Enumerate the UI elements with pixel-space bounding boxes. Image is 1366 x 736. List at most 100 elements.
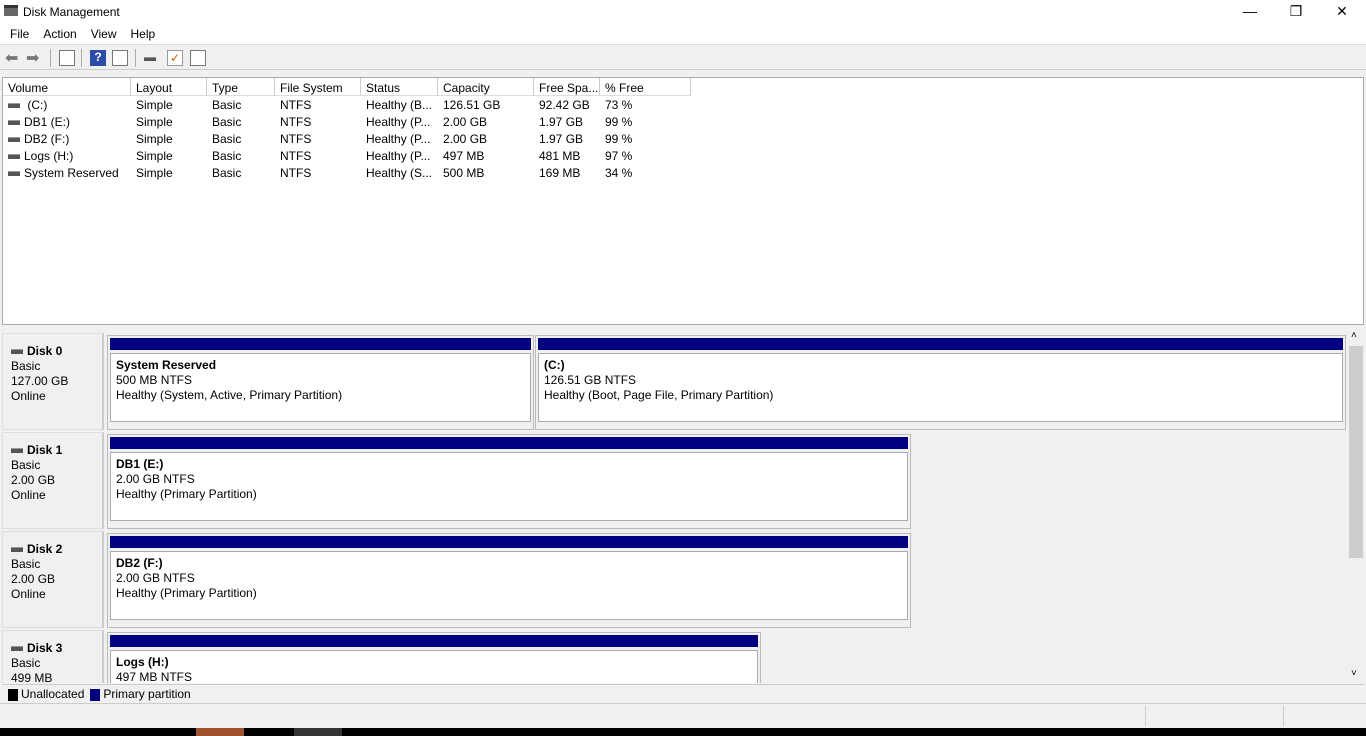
title-bar: Disk Management — ❐ ✕ (0, 0, 1366, 23)
app-icon (4, 5, 18, 16)
menu-action[interactable]: Action (36, 23, 83, 41)
table-cell[interactable]: 92.42 GB (534, 96, 590, 113)
table-cell[interactable]: Simple (131, 96, 173, 113)
cell-text: 73 % (605, 98, 633, 112)
menu-help[interactable]: Help (124, 23, 163, 41)
drive-icon (8, 154, 20, 160)
menu-bar: File Action View Help (0, 23, 1366, 45)
table-cell[interactable]: Logs (H:) (3, 147, 73, 164)
table-cell[interactable]: 169 MB (534, 164, 580, 181)
cell-text: 1.97 GB (539, 115, 584, 129)
table-cell[interactable]: NTFS (275, 164, 311, 181)
table-cell[interactable]: DB1 (E:) (3, 113, 70, 130)
table-cell[interactable]: 481 MB (534, 147, 580, 164)
cell-text: DB1 (E:) (24, 115, 71, 129)
table-cell[interactable]: Simple (131, 113, 173, 130)
disk-label[interactable]: Disk 0 Basic 127.00 GB Online (2, 333, 104, 430)
scrollbar-thumb[interactable] (1349, 346, 1363, 558)
partition[interactable]: DB1 (E:) 2.00 GB NTFS Healthy (Primary P… (107, 434, 911, 529)
taskbar-app[interactable] (294, 728, 342, 736)
table-cell[interactable]: Healthy (P... (361, 113, 430, 130)
table-cell[interactable]: 99 % (600, 130, 632, 147)
restore-button[interactable]: ❐ (1273, 0, 1319, 23)
column-header[interactable]: % Free (600, 78, 691, 96)
table-cell[interactable]: Healthy (P... (361, 130, 430, 147)
table-cell[interactable]: 73 % (600, 96, 632, 113)
disk-size: 127.00 GB (11, 374, 69, 388)
table-cell[interactable]: 2.00 GB (438, 113, 487, 130)
table-cell[interactable]: System Reserved (3, 164, 119, 181)
disk-label[interactable]: Disk 2 Basic 2.00 GB Online (2, 531, 104, 628)
table-cell[interactable]: Basic (207, 147, 241, 164)
cell-text: (C:) (24, 98, 48, 112)
table-cell[interactable]: 97 % (600, 147, 632, 164)
help-icon[interactable]: ? (90, 50, 106, 66)
cell-text: Healthy (B... (366, 98, 433, 112)
cell-text: Basic (212, 149, 242, 163)
cell-text: Simple (136, 98, 173, 112)
column-header[interactable]: Free Spa... (534, 78, 600, 96)
drive-icon (8, 171, 20, 177)
checklist-icon[interactable]: ✓ (167, 50, 183, 66)
table-cell[interactable]: 1.97 GB (534, 113, 583, 130)
table-cell[interactable]: Healthy (S... (361, 164, 432, 181)
partition-status: Healthy (System, Active, Primary Partiti… (116, 388, 343, 402)
table-cell[interactable]: Basic (207, 164, 241, 181)
menu-view[interactable]: View (84, 23, 124, 41)
partition[interactable]: DB2 (F:) 2.00 GB NTFS Healthy (Primary P… (107, 533, 911, 628)
menu-file[interactable]: File (0, 23, 36, 41)
disk-label[interactable]: Disk 3 Basic 499 MB (2, 630, 104, 683)
column-header[interactable]: Capacity (438, 78, 534, 96)
column-header[interactable]: File System (275, 78, 361, 96)
table-cell[interactable]: Basic (207, 113, 241, 130)
table-cell[interactable]: DB2 (F:) (3, 130, 69, 147)
partition[interactable]: Logs (H:) 497 MB NTFS (107, 632, 761, 683)
forward-icon[interactable]: ➡ (26, 48, 42, 67)
table-cell[interactable]: Simple (131, 164, 173, 181)
drive-icon (8, 120, 20, 126)
table-cell[interactable]: NTFS (275, 130, 311, 147)
cell-text: 497 MB (443, 149, 485, 163)
table-cell[interactable]: 99 % (600, 113, 632, 130)
column-header[interactable]: Status (361, 78, 438, 96)
table-cell[interactable]: 500 MB (438, 164, 484, 181)
scroll-down-icon[interactable]: ˅ (1351, 668, 1357, 679)
volume-list[interactable]: Volume Layout Type File System Status Capacit… (2, 77, 1364, 325)
cell-text: System Reserved (24, 166, 119, 180)
properties-icon[interactable] (190, 50, 206, 66)
partition-size: 2.00 GB NTFS (116, 571, 195, 585)
table-cell[interactable]: 1.97 GB (534, 130, 583, 147)
table-cell[interactable]: NTFS (275, 147, 311, 164)
table-cell[interactable]: 126.51 GB (438, 96, 500, 113)
table-cell[interactable]: Simple (131, 130, 173, 147)
show-pane-icon[interactable] (112, 50, 128, 66)
table-cell[interactable]: NTFS (275, 96, 311, 113)
minimize-button[interactable]: — (1227, 0, 1273, 23)
cell-text: NTFS (280, 149, 312, 163)
back-icon[interactable]: ⬅ (5, 48, 21, 67)
cell-text: 500 MB (443, 166, 485, 180)
taskbar-app[interactable] (196, 728, 244, 736)
cell-text: DB2 (F:) (24, 132, 70, 146)
console-tree-icon[interactable] (59, 50, 75, 66)
table-cell[interactable]: 497 MB (438, 147, 484, 164)
disk-label[interactable]: Disk 1 Basic 2.00 GB Online (2, 432, 104, 529)
partition[interactable]: (C:) 126.51 GB NTFS Healthy (Boot, Page … (535, 335, 1346, 430)
disk-size: 499 MB (11, 671, 53, 683)
column-header[interactable]: Layout (131, 78, 207, 96)
scroll-up-icon[interactable]: ˄ (1351, 330, 1357, 341)
table-cell[interactable]: (C:) (3, 96, 47, 113)
rescan-icon[interactable]: ▬ (144, 50, 160, 66)
table-cell[interactable]: Healthy (P... (361, 147, 430, 164)
table-cell[interactable]: NTFS (275, 113, 311, 130)
partition[interactable]: System Reserved 500 MB NTFS Healthy (Sys… (107, 335, 534, 430)
close-button[interactable]: ✕ (1319, 0, 1365, 23)
table-cell[interactable]: Basic (207, 96, 241, 113)
column-header[interactable]: Type (207, 78, 275, 96)
column-header[interactable]: Volume (3, 78, 131, 96)
table-cell[interactable]: Healthy (B... (361, 96, 432, 113)
table-cell[interactable]: Basic (207, 130, 241, 147)
table-cell[interactable]: Simple (131, 147, 173, 164)
table-cell[interactable]: 34 % (600, 164, 632, 181)
table-cell[interactable]: 2.00 GB (438, 130, 487, 147)
